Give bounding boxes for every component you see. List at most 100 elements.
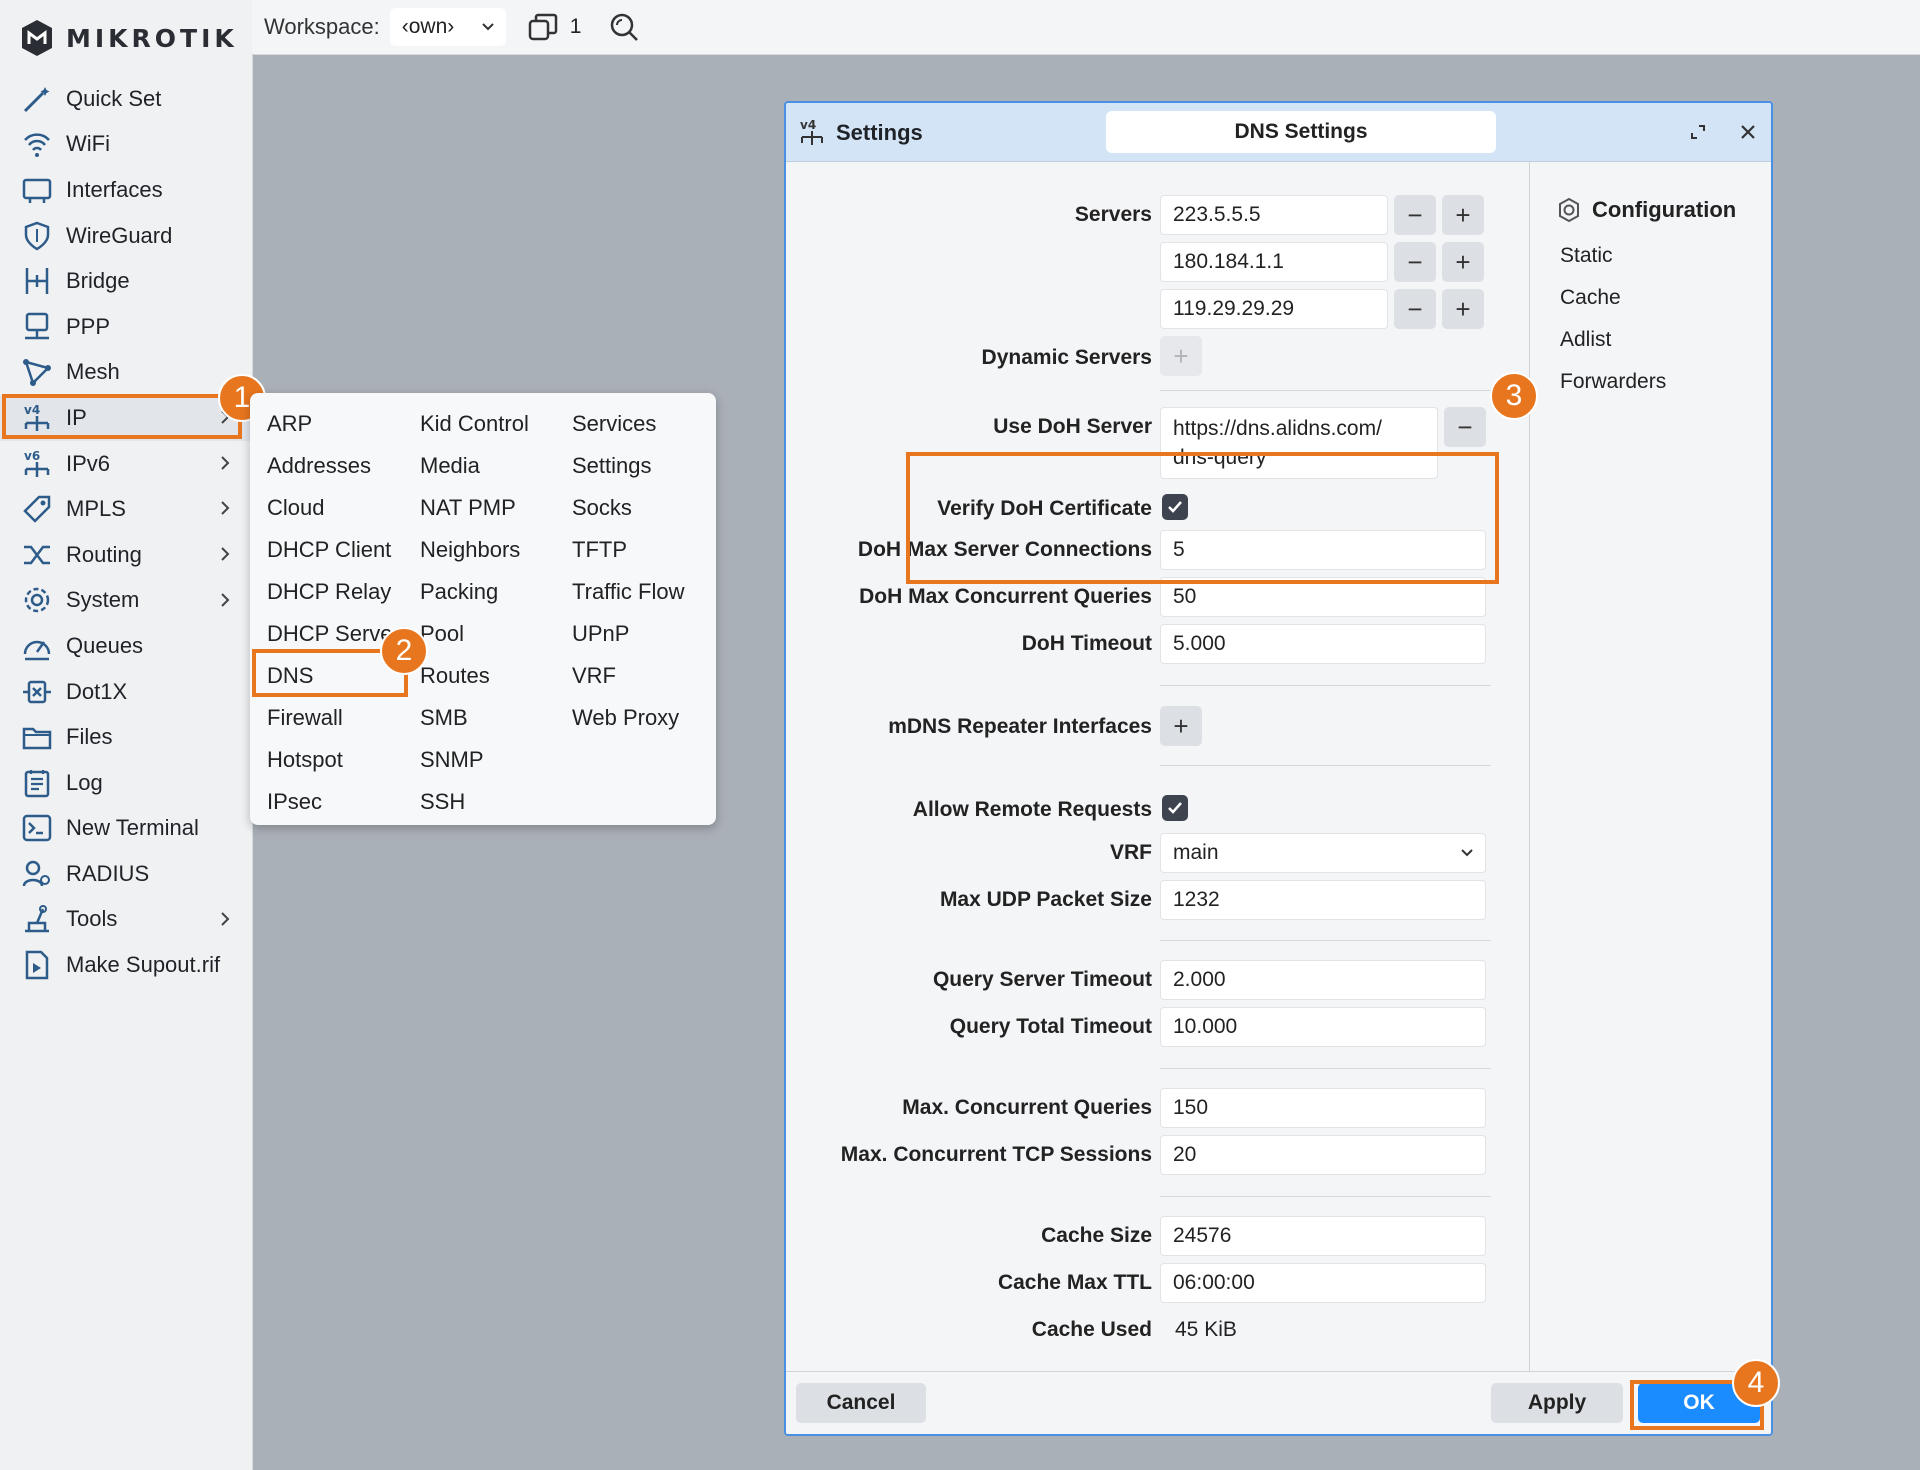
sidebar-item-ip[interactable]: v4 IP bbox=[0, 395, 252, 441]
separator bbox=[1160, 1068, 1491, 1069]
doh-max-queries-input[interactable]: 50 bbox=[1160, 577, 1486, 617]
cache-max-ttl-label: Cache Max TTL bbox=[997, 1271, 1152, 1294]
sidebar-item-routing[interactable]: Routing bbox=[0, 532, 252, 578]
maximize-icon[interactable] bbox=[1686, 120, 1710, 144]
query-total-timeout-input[interactable]: 10.000 bbox=[1160, 1007, 1486, 1047]
sidebar-item-dot1x[interactable]: Dot1X bbox=[0, 669, 252, 715]
ip-menu-item-vrf[interactable]: VRF bbox=[572, 655, 684, 697]
svg-text:v6: v6 bbox=[24, 449, 40, 463]
sidebar-item-ppp[interactable]: PPP bbox=[0, 304, 252, 350]
doh-max-conn-input[interactable]: 5 bbox=[1160, 530, 1486, 570]
bridge-icon bbox=[20, 264, 54, 298]
ip-menu-item-media[interactable]: Media bbox=[420, 445, 529, 487]
close-icon[interactable] bbox=[1736, 120, 1760, 144]
tab-dns-settings[interactable]: DNS Settings bbox=[1106, 111, 1496, 153]
sidebar-item-interfaces[interactable]: Interfaces bbox=[0, 167, 252, 213]
ip-menu-item-dhcp-relay[interactable]: DHCP Relay bbox=[267, 571, 400, 613]
dynamic-servers-label: Dynamic Servers bbox=[981, 346, 1152, 369]
ip-menu-item-cloud[interactable]: Cloud bbox=[267, 487, 400, 529]
max-concurrent-queries-input[interactable]: 150 bbox=[1160, 1088, 1486, 1128]
sidebar-item-bridge[interactable]: Bridge bbox=[0, 258, 252, 304]
config-adlist-link[interactable]: Adlist bbox=[1560, 328, 1611, 352]
cache-used-label: Cache Used bbox=[1031, 1318, 1152, 1341]
ip-menu-item-nat-pmp[interactable]: NAT PMP bbox=[420, 487, 529, 529]
add-dynamic-server-button[interactable]: + bbox=[1160, 336, 1202, 376]
sidebar-item-label: WiFi bbox=[66, 131, 110, 157]
sidebar-item-log[interactable]: Log bbox=[0, 760, 252, 806]
ip-menu-item-packing[interactable]: Packing bbox=[420, 571, 529, 613]
dialog-title: Settings bbox=[836, 120, 923, 145]
ip-menu-item-smb[interactable]: SMB bbox=[420, 697, 529, 739]
max-udp-input[interactable]: 1232 bbox=[1160, 880, 1486, 920]
ip-menu-item-pool[interactable]: Pool bbox=[420, 613, 529, 655]
add-server-2-button[interactable]: + bbox=[1442, 242, 1484, 282]
config-static-link[interactable]: Static bbox=[1560, 244, 1613, 268]
ip-menu-item-tftp[interactable]: TFTP bbox=[572, 529, 684, 571]
ip-menu-item-dns[interactable]: DNS bbox=[267, 655, 400, 697]
ip-menu-item-snmp[interactable]: SNMP bbox=[420, 739, 529, 781]
verify-doh-checkbox[interactable] bbox=[1162, 494, 1188, 520]
remove-server-1-button[interactable]: − bbox=[1394, 195, 1436, 235]
vrf-select[interactable]: main bbox=[1160, 833, 1486, 873]
add-mdns-interface-button[interactable]: + bbox=[1160, 706, 1202, 746]
sidebar-item-radius[interactable]: RADIUS bbox=[0, 851, 252, 897]
remove-doh-button[interactable]: − bbox=[1444, 407, 1486, 447]
sidebar-item-system[interactable]: System bbox=[0, 578, 252, 624]
cache-size-input[interactable]: 24576 bbox=[1160, 1216, 1486, 1256]
ip-menu-item-services[interactable]: Services bbox=[572, 403, 684, 445]
ip-menu-item-ipsec[interactable]: IPsec bbox=[267, 781, 400, 823]
ip-menu-item-addresses[interactable]: Addresses bbox=[267, 445, 400, 487]
ip-menu-item-routes[interactable]: Routes bbox=[420, 655, 529, 697]
sidebar-item-make-supout-rif[interactable]: Make Supout.rif bbox=[0, 942, 252, 988]
ip-menu-item-upnp[interactable]: UPnP bbox=[572, 613, 684, 655]
ip-menu-item-socks[interactable]: Socks bbox=[572, 487, 684, 529]
cancel-button[interactable]: Cancel bbox=[796, 1383, 926, 1423]
doh-timeout-input[interactable]: 5.000 bbox=[1160, 624, 1486, 664]
cache-max-ttl-input[interactable]: 06:00:00 bbox=[1160, 1263, 1486, 1303]
sidebar-item-tools[interactable]: Tools bbox=[0, 897, 252, 943]
ip-menu-item-hotspot[interactable]: Hotspot bbox=[267, 739, 400, 781]
search-icon[interactable] bbox=[609, 12, 639, 42]
ip-menu-item-arp[interactable]: ARP bbox=[267, 403, 400, 445]
use-doh-input[interactable]: https://dns.alidns.com/ dns-query bbox=[1160, 407, 1438, 479]
apply-button[interactable]: Apply bbox=[1491, 1383, 1623, 1423]
sidebar-item-queues[interactable]: Queues bbox=[0, 623, 252, 669]
gauge-icon bbox=[20, 629, 54, 663]
configuration-heading[interactable]: Configuration bbox=[1556, 197, 1736, 223]
sidebar-item-wireguard[interactable]: WireGuard bbox=[0, 213, 252, 259]
config-cache-link[interactable]: Cache bbox=[1560, 286, 1621, 310]
sidebar-item-mpls[interactable]: MPLS bbox=[0, 486, 252, 532]
windows-button[interactable]: 1 bbox=[528, 13, 581, 41]
ip-menu-item-ssh[interactable]: SSH bbox=[420, 781, 529, 823]
server-input-3[interactable]: 119.29.29.29 bbox=[1160, 289, 1388, 329]
sidebar-item-quick-set[interactable]: Quick Set bbox=[0, 76, 252, 122]
ip-menu-item-firewall[interactable]: Firewall bbox=[267, 697, 400, 739]
chevron-down-icon bbox=[1461, 849, 1473, 857]
server-input-1[interactable]: 223.5.5.5 bbox=[1160, 195, 1388, 235]
sidebar-item-label: Tools bbox=[66, 906, 118, 932]
ip-menu-item-dhcp-client[interactable]: DHCP Client bbox=[267, 529, 400, 571]
ip-menu-item-traffic-flow[interactable]: Traffic Flow bbox=[572, 571, 684, 613]
ip-menu-item-settings[interactable]: Settings bbox=[572, 445, 684, 487]
max-tcp-sessions-input[interactable]: 20 bbox=[1160, 1135, 1486, 1175]
sidebar-item-new-terminal[interactable]: New Terminal bbox=[0, 806, 252, 852]
ip-menu-item-web-proxy[interactable]: Web Proxy bbox=[572, 697, 684, 739]
allow-remote-checkbox[interactable] bbox=[1162, 795, 1188, 821]
log-icon bbox=[20, 766, 54, 800]
add-server-3-button[interactable]: + bbox=[1442, 289, 1484, 329]
remove-server-3-button[interactable]: − bbox=[1394, 289, 1436, 329]
step-3-badge: 3 bbox=[1490, 372, 1538, 420]
remove-server-2-button[interactable]: − bbox=[1394, 242, 1436, 282]
server-input-2[interactable]: 180.184.1.1 bbox=[1160, 242, 1388, 282]
workspace-select[interactable]: ‹own› bbox=[389, 8, 506, 46]
sidebar-item-wifi[interactable]: WiFi bbox=[0, 122, 252, 168]
sidebar-item-ipv6[interactable]: v6 IPv6 bbox=[0, 441, 252, 487]
ip-menu-item-neighbors[interactable]: Neighbors bbox=[420, 529, 529, 571]
add-server-1-button[interactable]: + bbox=[1442, 195, 1484, 235]
query-server-timeout-input[interactable]: 2.000 bbox=[1160, 960, 1486, 1000]
sidebar-item-files[interactable]: Files bbox=[0, 714, 252, 760]
ip-menu-item-kid-control[interactable]: Kid Control bbox=[420, 403, 529, 445]
config-forwarders-link[interactable]: Forwarders bbox=[1560, 370, 1666, 394]
sidebar-item-mesh[interactable]: Mesh bbox=[0, 350, 252, 396]
terminal-icon bbox=[20, 811, 54, 845]
